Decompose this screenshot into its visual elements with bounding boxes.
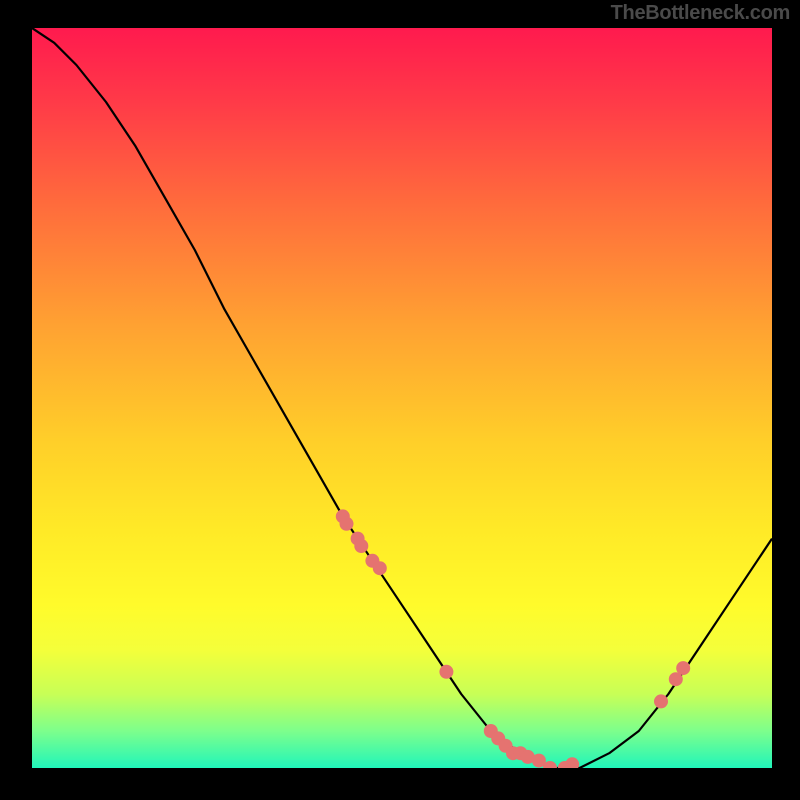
watermark-text: TheBottleneck.com bbox=[611, 2, 790, 25]
marker-point bbox=[373, 561, 387, 575]
marker-point bbox=[565, 757, 579, 768]
chart-plot-area bbox=[32, 28, 772, 768]
markers-group bbox=[336, 509, 690, 768]
marker-point bbox=[354, 539, 368, 553]
marker-point bbox=[340, 517, 354, 531]
marker-point bbox=[676, 661, 690, 675]
marker-point bbox=[439, 665, 453, 679]
chart-svg bbox=[32, 28, 772, 768]
marker-point bbox=[654, 694, 668, 708]
curve-line bbox=[32, 28, 772, 768]
